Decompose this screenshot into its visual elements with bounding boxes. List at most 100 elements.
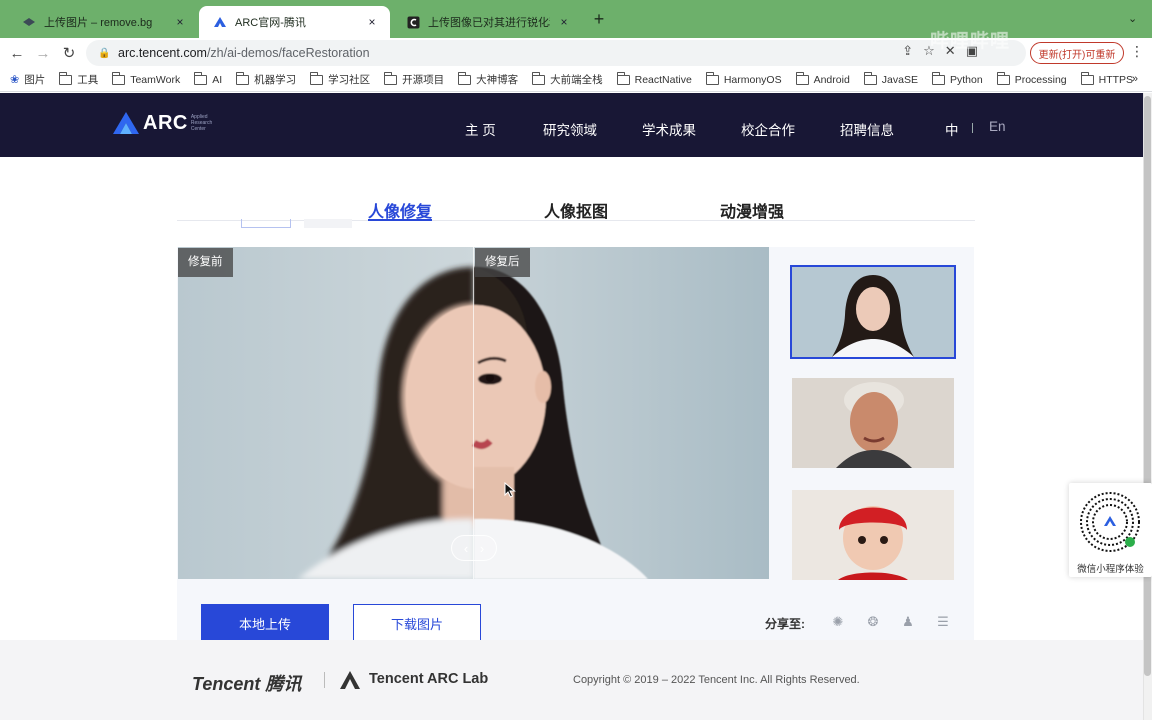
bookmark-label: 大前端全栈 (550, 74, 603, 86)
forward-arrow-icon[interactable]: → (32, 42, 54, 64)
ghost-tab-fill (304, 219, 352, 228)
bookmark-folder[interactable]: JavaSE (863, 71, 918, 86)
arc-logo[interactable]: ARC Applied Research Center (112, 111, 215, 135)
ghost-tab-outline (241, 219, 291, 228)
bookmark-folder[interactable]: 开源项目 (384, 71, 445, 87)
lang-english[interactable]: En (989, 119, 1006, 134)
folder-icon (112, 71, 126, 85)
thumb-woman-image (792, 267, 954, 357)
arc-favicon-icon (213, 15, 227, 29)
bookmarks-overflow-icon[interactable]: » (1132, 73, 1138, 85)
address-bar[interactable]: 🔒 arc.tencent.com/zh/ai-demos/faceRestor… (86, 40, 1026, 66)
bookmark-folder[interactable]: ReactNative (616, 71, 692, 86)
folder-icon (59, 71, 73, 85)
thumb-old-man-image (792, 378, 954, 468)
bookmark-folder[interactable]: 大前端全栈 (532, 71, 603, 87)
scrollbar-thumb[interactable] (1144, 96, 1151, 676)
bookmark-label: 学习社区 (328, 74, 371, 86)
weibo-icon[interactable]: ❂ (864, 613, 882, 631)
reload-icon[interactable]: ↻ (58, 42, 80, 64)
miniapp-qr-code-icon (1080, 492, 1140, 552)
bookmark-folder[interactable]: AI (194, 71, 222, 86)
miniapp-label: 微信小程序体验 (1077, 564, 1144, 575)
bookmark-folder[interactable]: Android (795, 71, 850, 86)
folder-icon (996, 71, 1010, 85)
bookmark-folder[interactable]: HTTPS (1080, 71, 1134, 86)
tencent-logo: Tencent 腾讯 (192, 674, 302, 694)
thumb-baby-image (792, 490, 954, 580)
browser-menu-icon[interactable]: ⋮ (1130, 43, 1144, 60)
upload-local-button[interactable]: 本地上传 (201, 604, 329, 642)
nav-home[interactable]: 主 页 (465, 119, 496, 139)
compare-divider (473, 247, 474, 579)
nav-publications[interactable]: 学术成果 (642, 119, 696, 139)
bookmark-folder[interactable]: Processing (996, 71, 1067, 86)
tab-search-icon[interactable]: ⌄ (1128, 12, 1137, 25)
folder-icon (1080, 71, 1094, 85)
site-header: ARC Applied Research Center 主 页 研究领域 学术成… (0, 93, 1152, 157)
copyright-text: Copyright © 2019 – 2022 Tencent Inc. All… (573, 674, 860, 686)
bilibili-watermark: 哔哩哔哩 (930, 31, 1011, 52)
download-image-button[interactable]: 下载图片 (353, 604, 481, 642)
nav-research[interactable]: 研究领域 (543, 119, 597, 139)
bookmark-label: Android (813, 73, 850, 86)
nav-careers[interactable]: 招聘信息 (840, 119, 894, 139)
footer-divider (324, 672, 325, 688)
folder-icon (931, 71, 945, 85)
chevron-right-icon: › (479, 540, 485, 556)
tab-anime-enhance[interactable]: 动漫增强 (720, 198, 784, 222)
folder-icon (795, 71, 809, 85)
bookmark-folder[interactable]: 大神博客 (458, 71, 518, 87)
sample-thumb-woman[interactable] (790, 265, 956, 359)
folder-icon (532, 71, 546, 85)
bookmarks-bar: ❀ 图片 工具 TeamWork AI 机器学习 学习社区 开源项目 大神博客 大… (0, 68, 1152, 92)
site-footer (0, 640, 1143, 720)
back-arrow-icon[interactable]: ← (6, 42, 28, 64)
tab-title: ARC官网-腾讯 (235, 17, 306, 29)
c-favicon-icon (406, 15, 420, 29)
profile-update-button[interactable]: 更新(打开)可重新 (1030, 42, 1124, 64)
folder-icon (194, 71, 208, 85)
browser-tab-removebg[interactable]: 上传图片 – remove.bg × (8, 6, 198, 38)
folder-icon (458, 71, 472, 85)
bookmark-label: 工具 (77, 74, 99, 86)
bookmark-label: 开源项目 (402, 74, 445, 86)
active-tab-underline (368, 219, 432, 221)
bookmark-label: HTTPS (1098, 73, 1134, 86)
share-page-icon[interactable]: ⇪ (902, 43, 913, 59)
tab-close-icon[interactable]: × (172, 15, 188, 29)
tab-close-icon[interactable]: × (556, 15, 572, 29)
bookmark-folder[interactable]: HarmonyOS (705, 71, 782, 86)
new-tab-button[interactable]: + (589, 10, 609, 30)
bookmark-folder[interactable]: 学习社区 (310, 71, 371, 87)
lang-chinese[interactable]: 中 (945, 119, 959, 139)
bookmark-folder[interactable]: 机器学习 (236, 71, 296, 87)
logo-subtitle: Applied Research Center (190, 114, 213, 132)
removebg-favicon-icon (22, 15, 36, 29)
qzone-icon[interactable]: ☰ (934, 613, 952, 631)
browser-tab-arc[interactable]: ARC官网-腾讯 × (199, 6, 390, 38)
before-badge: 修复前 (178, 248, 233, 277)
compare-slider-handle[interactable]: ‹ › (451, 535, 497, 561)
folder-icon (616, 71, 630, 85)
tab-portrait-matting[interactable]: 人像抠图 (544, 198, 608, 222)
arc-lab-logo-icon (340, 671, 360, 689)
browser-tab-sharpen[interactable]: 上传图像已对其进行锐化和放大 × (392, 6, 582, 38)
folder-icon (384, 71, 398, 85)
bookmark-item[interactable]: ❀ 图片 (10, 72, 45, 87)
bookmark-folder[interactable]: Python (931, 71, 983, 86)
folder-icon (705, 71, 719, 85)
tab-title: 上传图像已对其进行锐化和放大 (428, 17, 550, 29)
mouse-cursor-icon (504, 482, 516, 498)
folder-icon (310, 71, 324, 85)
tab-close-icon[interactable]: × (364, 15, 380, 29)
wechat-moments-icon[interactable]: ✺ (829, 613, 847, 631)
qq-icon[interactable]: ♟ (899, 613, 917, 631)
bookmark-folder[interactable]: TeamWork (112, 71, 180, 86)
tab-title: 上传图片 – remove.bg (44, 17, 153, 29)
paw-icon: ❀ (10, 74, 20, 86)
sample-thumb-old-man[interactable] (792, 378, 954, 468)
sample-thumb-baby[interactable] (792, 490, 954, 580)
bookmark-folder[interactable]: 工具 (59, 71, 99, 87)
nav-cooperation[interactable]: 校企合作 (741, 119, 795, 139)
